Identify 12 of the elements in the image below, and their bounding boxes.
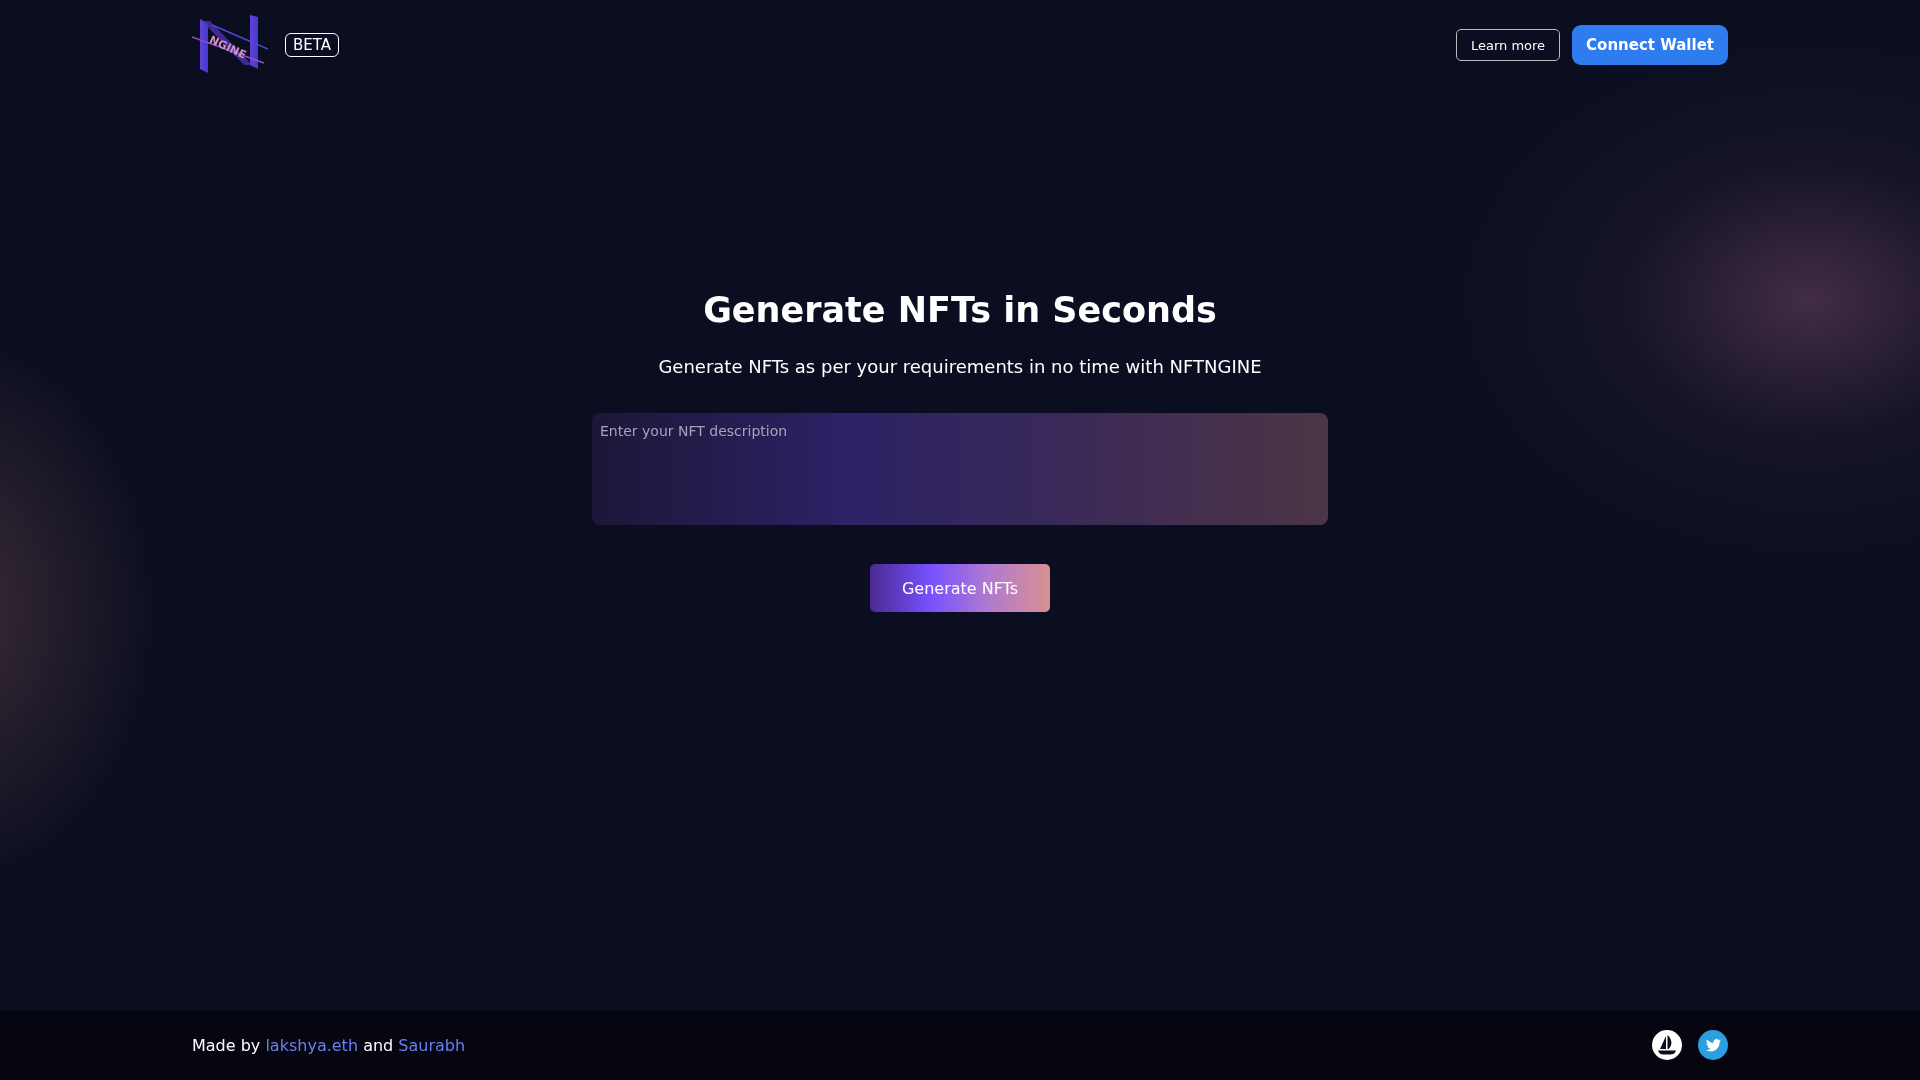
hero-title: Generate NFTs in Seconds: [703, 290, 1217, 330]
learn-more-button[interactable]: Learn more: [1455, 29, 1561, 61]
author-link[interactable]: Saurabh: [398, 1035, 466, 1055]
footer-credit: Made by lakshya.eth and Saurabh: [192, 1035, 466, 1055]
generate-button[interactable]: Generate NFTs: [870, 564, 1050, 612]
ship-icon[interactable]: [1652, 1030, 1682, 1060]
connect-wallet-button[interactable]: Connect Wallet: [1572, 25, 1728, 65]
description-field[interactable]: Enter your NFT description: [592, 413, 1328, 525]
beta-badge: BETA: [285, 33, 340, 57]
bird-icon[interactable]: [1698, 1030, 1728, 1060]
author-link[interactable]: lakshya.eth: [265, 1035, 359, 1055]
hero-subtitle: Generate NFTs as per your requirements in no time with NFTNGINE: [658, 356, 1262, 377]
